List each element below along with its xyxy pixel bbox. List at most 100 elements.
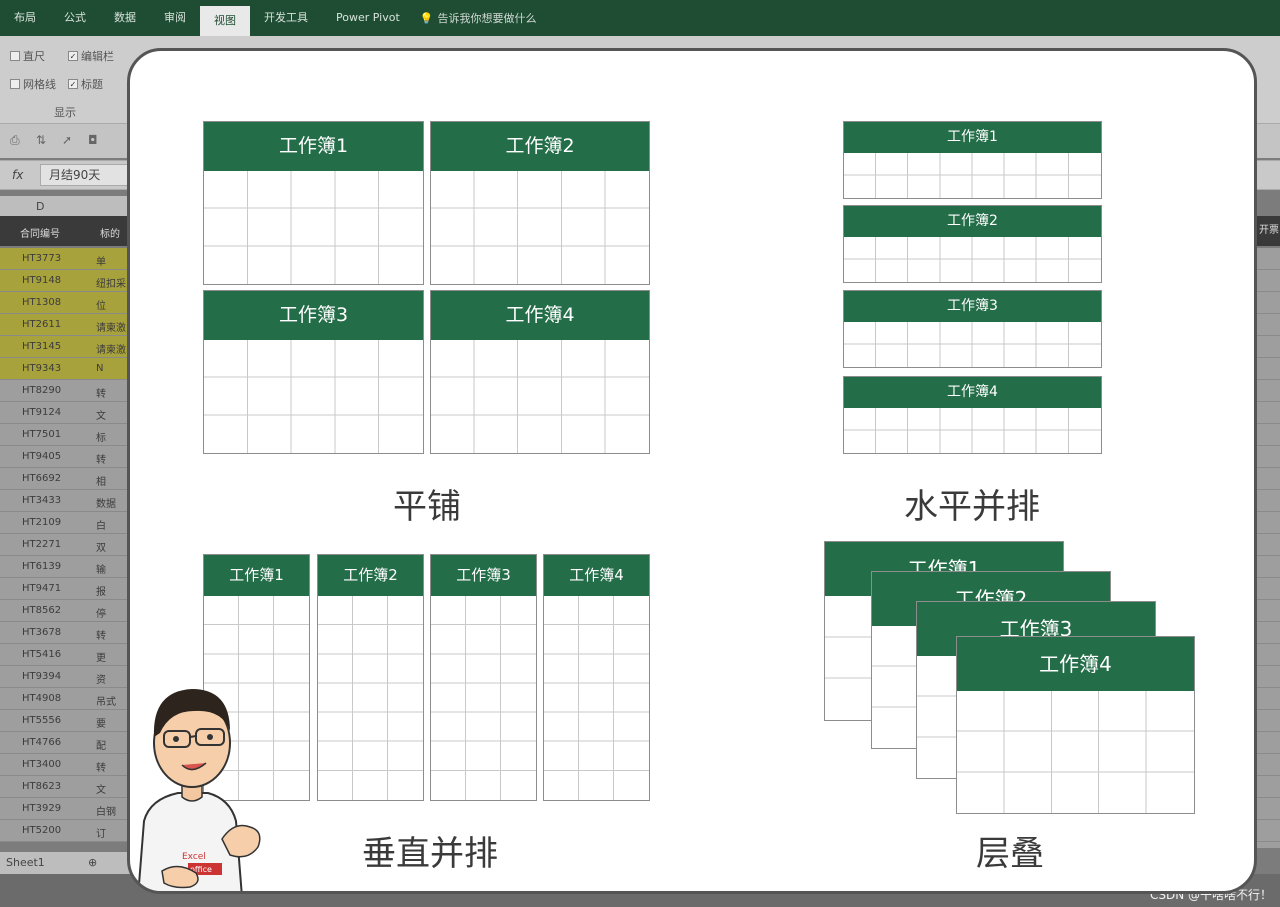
contract-id-cell[interactable]: HT7501 <box>22 429 61 440</box>
tab-developer[interactable]: 开发工具 <box>250 0 322 36</box>
table-row[interactable]: HT8290 转 <box>0 380 130 402</box>
subject-cell[interactable]: 停 <box>96 605 106 620</box>
tab-view[interactable]: 视图 <box>200 6 250 36</box>
subject-cell[interactable]: 转 <box>96 451 106 466</box>
contract-id-cell[interactable]: HT2109 <box>22 517 61 528</box>
contract-id-cell[interactable]: HT3400 <box>22 759 61 770</box>
contract-id-cell[interactable]: HT1308 <box>22 297 61 308</box>
contract-id-cell[interactable]: HT2611 <box>22 319 61 330</box>
contract-id-cell[interactable]: HT4766 <box>22 737 61 748</box>
contract-id-cell[interactable]: HT3773 <box>22 253 61 264</box>
table-row[interactable]: HT7501 标 <box>0 424 130 446</box>
subject-cell[interactable]: 标 <box>96 429 106 444</box>
contract-id-cell[interactable]: HT4908 <box>22 693 61 704</box>
table-row[interactable]: HT2109 白 <box>0 512 130 534</box>
subject-cell[interactable]: 报 <box>96 583 106 598</box>
table-row[interactable]: HT9405 转 <box>0 446 130 468</box>
subject-cell[interactable]: 位 <box>96 297 106 312</box>
table-row[interactable]: HT6139 输 <box>0 556 130 578</box>
subject-cell[interactable]: 要 <box>96 715 106 730</box>
table-row[interactable]: HT9124 文 <box>0 402 130 424</box>
subject-cell[interactable]: 输 <box>96 561 106 576</box>
tab-review[interactable]: 审阅 <box>150 0 200 36</box>
table-row[interactable]: HT3145 请柬激 <box>0 336 130 358</box>
table-row[interactable]: HT3400 转 <box>0 754 130 776</box>
contract-id-cell[interactable]: HT3678 <box>22 627 61 638</box>
contract-id-cell[interactable]: HT9148 <box>22 275 61 286</box>
sheet-tab[interactable]: Sheet1 <box>6 856 45 869</box>
subject-cell[interactable]: 更 <box>96 649 106 664</box>
table-row[interactable]: HT4766 配 <box>0 732 130 754</box>
table-row[interactable]: HT8562 停 <box>0 600 130 622</box>
subject-cell[interactable]: 吊式 <box>96 693 116 708</box>
contract-id-cell[interactable]: HT6692 <box>22 473 61 484</box>
table-row[interactable]: HT5416 更 <box>0 644 130 666</box>
tab-power-pivot[interactable]: Power Pivot <box>322 0 414 36</box>
headings-checkbox[interactable]: ✓ 标题 <box>68 76 103 92</box>
contract-id-cell[interactable]: HT9124 <box>22 407 61 418</box>
contract-id-cell[interactable]: HT5200 <box>22 825 61 836</box>
table-row[interactable]: HT3678 转 <box>0 622 130 644</box>
contract-id-cell[interactable]: HT9343 <box>22 363 61 374</box>
table-row[interactable]: HT3929 白钢 <box>0 798 130 820</box>
contract-id-cell[interactable]: HT5556 <box>22 715 61 726</box>
ruler-checkbox[interactable]: 直尺 <box>10 48 45 64</box>
subject-cell[interactable]: 数据 <box>96 495 116 510</box>
subject-cell[interactable]: 纽扣采 <box>96 275 126 290</box>
subject-cell[interactable]: 转 <box>96 627 106 642</box>
table-row[interactable]: HT3433 数据 <box>0 490 130 512</box>
contract-id-cell[interactable]: HT9394 <box>22 671 61 682</box>
contract-id-cell[interactable]: HT8623 <box>22 781 61 792</box>
subject-cell[interactable]: 双 <box>96 539 106 554</box>
tab-data[interactable]: 数据 <box>100 0 150 36</box>
subject-cell[interactable]: 请柬激 <box>96 341 126 356</box>
gridlines-checkbox[interactable]: 网格线 <box>10 76 56 92</box>
table-row[interactable]: HT9394 资 <box>0 666 130 688</box>
contract-id-cell[interactable]: HT9405 <box>22 451 61 462</box>
subject-cell[interactable]: 文 <box>96 407 106 422</box>
sort-icon[interactable]: ⇅ <box>36 133 46 147</box>
cursor-icon[interactable]: ➚ <box>62 133 72 147</box>
subject-cell[interactable]: 资 <box>96 671 106 686</box>
contract-id-cell[interactable]: HT8562 <box>22 605 61 616</box>
subject-cell[interactable]: 配 <box>96 737 106 752</box>
table-row[interactable]: HT5556 要 <box>0 710 130 732</box>
subject-cell[interactable]: 转 <box>96 385 106 400</box>
subject-cell[interactable]: 文 <box>96 781 106 796</box>
table-row[interactable]: HT3773 单 <box>0 248 130 270</box>
tab-layout[interactable]: 布局 <box>0 0 50 36</box>
table-row[interactable]: HT6692 相 <box>0 468 130 490</box>
subject-cell[interactable]: 白 <box>96 517 106 532</box>
table-row[interactable]: HT4908 吊式 <box>0 688 130 710</box>
table-row[interactable]: HT5200 订 <box>0 820 130 842</box>
add-sheet-icon[interactable]: ⊕ <box>88 856 97 869</box>
table-row[interactable]: HT2611 请柬激 <box>0 314 130 336</box>
contract-id-cell[interactable]: HT8290 <box>22 385 61 396</box>
contract-id-cell[interactable]: HT6139 <box>22 561 61 572</box>
tab-formulas[interactable]: 公式 <box>50 0 100 36</box>
function-icon[interactable]: fx <box>12 168 23 182</box>
table-row[interactable]: HT9471 报 <box>0 578 130 600</box>
subject-cell[interactable]: 转 <box>96 759 106 774</box>
formula-input[interactable]: 月结90天 <box>40 164 140 186</box>
table-row[interactable]: HT9148 纽扣采 <box>0 270 130 292</box>
subject-cell[interactable]: 单 <box>96 253 106 268</box>
table-row[interactable]: HT1308 位 <box>0 292 130 314</box>
contract-id-cell[interactable]: HT3433 <box>22 495 61 506</box>
table-row[interactable]: HT8623 文 <box>0 776 130 798</box>
table-row[interactable]: HT2271 双 <box>0 534 130 556</box>
table-row[interactable]: HT9343 N <box>0 358 130 380</box>
subject-cell[interactable]: N <box>96 363 103 374</box>
subject-cell[interactable]: 相 <box>96 473 106 488</box>
contract-id-cell[interactable]: HT2271 <box>22 539 61 550</box>
formula-bar-checkbox[interactable]: ✓ 编辑栏 <box>68 48 114 64</box>
subject-cell[interactable]: 白钢 <box>96 803 116 818</box>
contract-id-cell[interactable]: HT3929 <box>22 803 61 814</box>
column-header[interactable]: D <box>0 196 130 216</box>
contract-id-cell[interactable]: HT9471 <box>22 583 61 594</box>
preview-icon[interactable]: ⎙ <box>10 133 20 148</box>
tell-me-input[interactable]: 告诉我你想要做什么 <box>437 10 536 26</box>
contract-id-cell[interactable]: HT3145 <box>22 341 61 352</box>
subject-cell[interactable]: 请柬激 <box>96 319 126 334</box>
contract-id-cell[interactable]: HT5416 <box>22 649 61 660</box>
